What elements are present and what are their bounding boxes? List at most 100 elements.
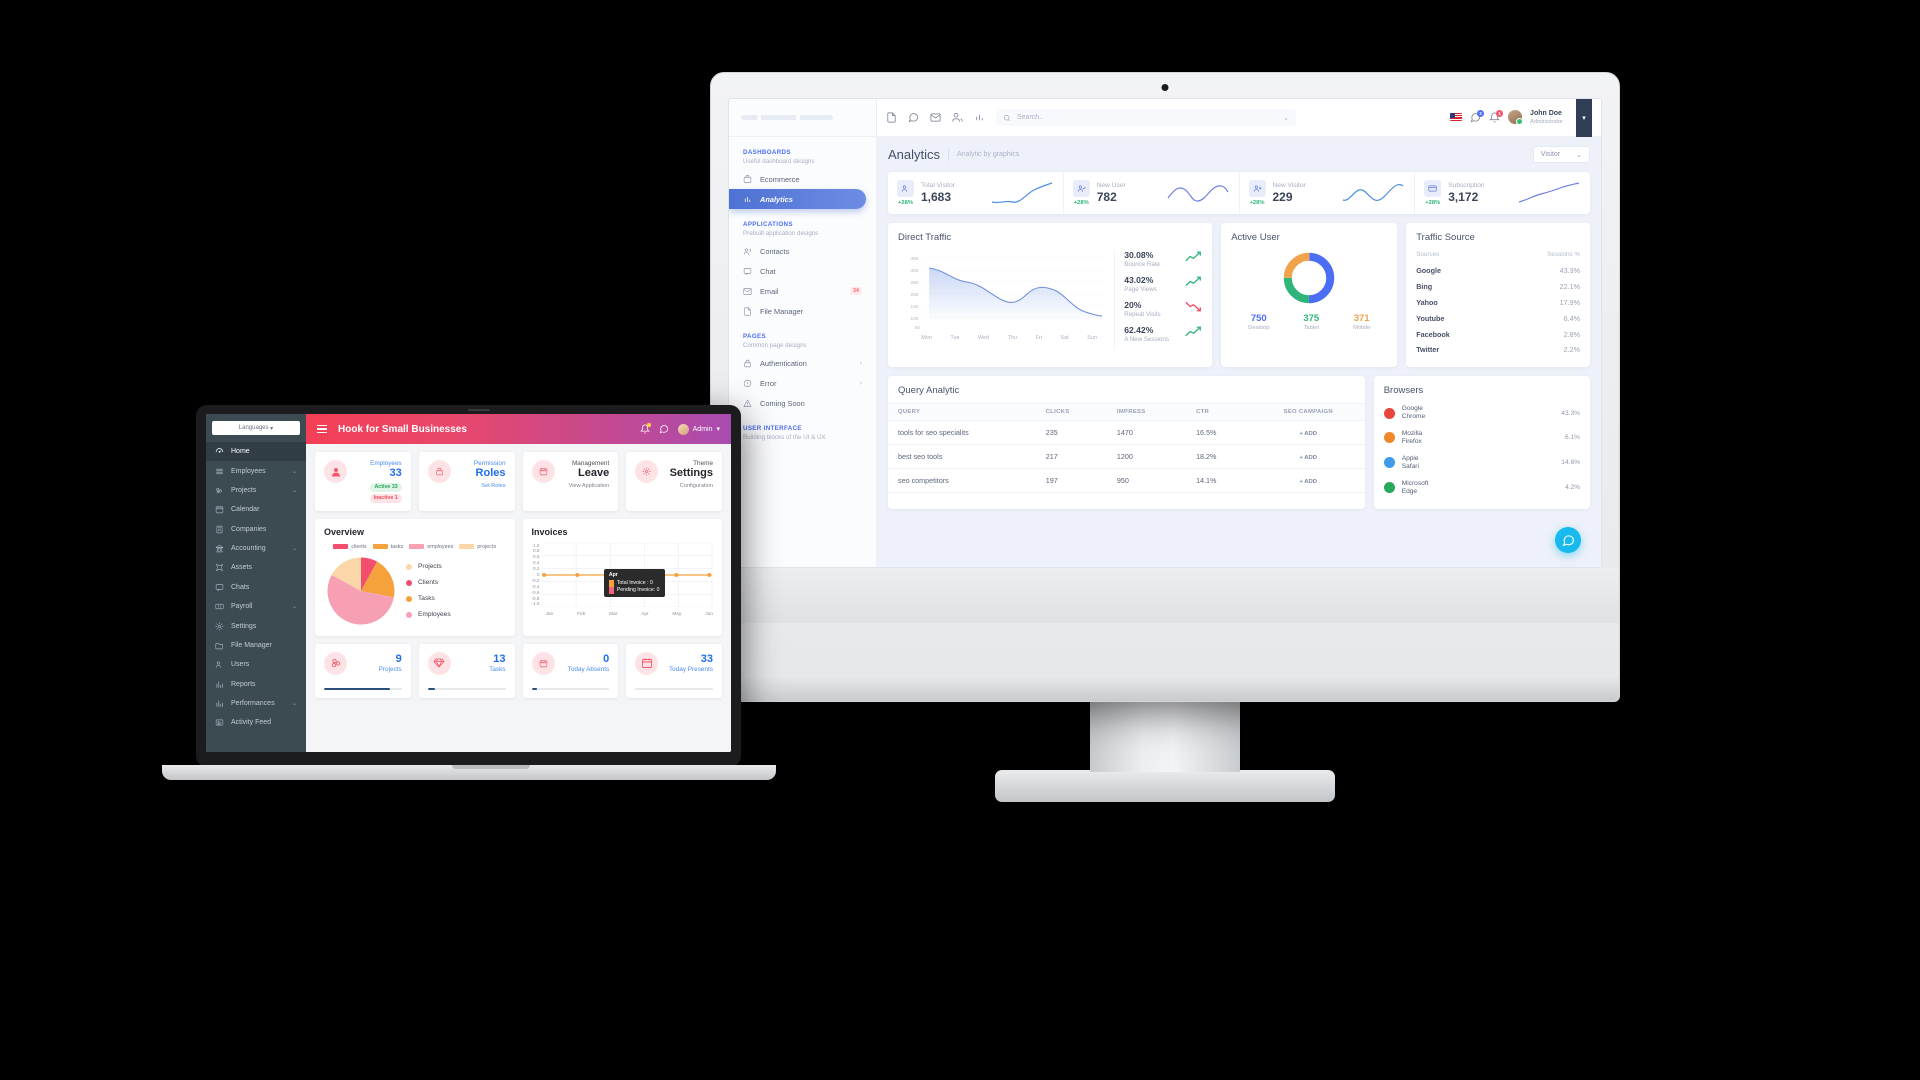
metric-card[interactable]: 0 Today Absents [522,643,619,698]
sidebar-item-chats[interactable]: Chats [206,578,306,597]
sidebar-item-file-manager[interactable]: File Manager [206,636,306,655]
notifications-icon[interactable]: 1 [1489,109,1504,123]
bottom-stat-cards: 9 Projects 13 Tasks 0 Today Absents 33 T… [315,643,722,698]
visitor-filter-value: Visitor [1540,151,1561,158]
card-label: Permission [473,460,506,467]
chat-icon[interactable] [659,424,669,434]
legend-label: projects [477,543,497,550]
sidebar-item-assets[interactable]: Assets [206,558,306,577]
add-campaign-button[interactable]: + ADD [1299,431,1317,437]
card-sub[interactable]: Configuration [665,483,713,489]
sidebar-item-analytics[interactable]: Analytics [729,189,866,209]
sidebar-item-performances[interactable]: Performances ⌄ [206,694,306,713]
sidebar-item-label: Contacts [760,246,790,256]
chevron-down-icon[interactable]: ⌄ [1283,114,1289,122]
contacts-icon[interactable] [952,112,963,123]
bell-icon[interactable] [639,423,651,434]
cubes-icon [324,651,347,675]
metric-value: 0 [603,652,610,665]
page-title: Analytics [888,147,941,162]
stat-value: 782 [1096,190,1117,204]
sidebar-item-authentication[interactable]: Authentication › [729,353,876,373]
user-info[interactable]: John Doe Administrator [1530,110,1563,124]
traffic-source-row: Bing 22.1% [1416,279,1580,295]
menu-toggle-icon[interactable] [317,424,327,434]
gear-icon [215,621,224,631]
progress-bar [531,687,610,690]
legend-item: Clients [406,579,451,586]
mail-icon[interactable] [930,112,941,123]
sidebar-item-companies[interactable]: Companies [206,520,306,539]
svg-text:250: 250 [910,280,918,285]
sidebar-item-home[interactable]: Home [206,442,306,462]
chat-icon[interactable] [908,112,919,123]
add-campaign-button[interactable]: + ADD [1299,455,1317,461]
app-title: Hook for Small Businesses [338,423,467,435]
sidebar-item-accounting[interactable]: Accounting ⌄ [206,539,306,558]
sidebar-section-subtitle: Common page designs [743,342,807,349]
stat-label: New Visitor [1272,182,1306,189]
metric-card[interactable]: 13 Tasks [418,643,515,698]
language-selector[interactable]: Languages ▾ [212,421,300,435]
sidebar-item-label: Calendar [231,506,260,514]
sidebar-item-error[interactable]: Error › [729,373,876,393]
metric-label: Mobile [1353,325,1371,331]
table-row: best seo tools 217 1200 18.2% + ADD [888,444,1365,469]
legend-item: Projects [406,563,451,570]
visitor-filter-select[interactable]: Visitor ⌄ [1532,146,1590,163]
sidebar-item-chat[interactable]: Chat [729,261,876,281]
flag-us-icon[interactable] [1450,113,1463,122]
sparkline [1343,183,1404,201]
chat-bubble-icon[interactable] [1555,527,1581,553]
sidebar-item-calendar[interactable]: Calendar [206,500,306,519]
card-sub[interactable]: View Application [562,483,610,489]
user-menu-toggle[interactable]: ▾ [1576,99,1592,137]
card-label: Employees [370,460,402,467]
sidebar-item-label: Settings [231,622,257,630]
file-icon[interactable] [886,112,897,123]
chart-icon[interactable] [974,112,985,123]
laptop-main: Hook for Small Businesses Admin ▾ Employ… [306,414,731,752]
sidebar-item-contacts[interactable]: Contacts [729,241,876,261]
stat-card[interactable]: +28% New User 782 [1064,172,1240,214]
sidebar-item-reports[interactable]: Reports [206,675,306,694]
user-role: Administrator [1530,118,1563,125]
admin-label: Admin [692,425,713,433]
browser-value: 43.3% [1561,409,1580,417]
info-card[interactable]: Permission Roles Set Roles [418,452,515,511]
user-check-icon [1072,180,1090,197]
stat-delta: +28% [898,200,913,206]
bar-chart-icon [215,699,224,708]
sidebar-item-ecommerce[interactable]: Ecommerce [729,169,876,189]
stat-card[interactable]: +28% New Visitor 229 [1240,172,1416,214]
card-sub[interactable]: Set Roles [458,483,505,489]
sidebar-item-projects[interactable]: Projects ⌄ [206,481,306,500]
search-input[interactable]: Search.. ⌄ [996,109,1296,126]
sidebar-item-users[interactable]: Users [206,655,306,674]
sidebar-item-activity-feed[interactable]: Activity Feed [206,713,306,732]
info-card[interactable]: Theme Settings Configuration [626,452,722,511]
sidebar-item-settings[interactable]: Settings [206,616,306,635]
metric-card[interactable]: 9 Projects [315,643,411,698]
info-card[interactable]: Management Leave View Application [522,452,619,511]
avatar[interactable] [1508,110,1524,126]
stat-cards-row: +28% Total Visitor 1,683 +28% New User 7… [888,172,1590,214]
info-card[interactable]: Employees 33 Active 33 Inactive 1 [315,452,411,511]
card-label: Management [571,460,610,467]
sidebar-item-file-manager[interactable]: File Manager [729,301,876,321]
stat-card[interactable]: +28% Subscription 3,172 [1415,172,1590,214]
sidebar-item-email[interactable]: Email 34 [729,281,876,301]
metric-card[interactable]: 33 Today Presents [626,643,722,698]
table-header: IMPRESS [1106,402,1187,421]
sidebar-item-payroll[interactable]: Payroll ⌄ [206,597,306,616]
messages-icon[interactable]: 2 [1470,109,1485,123]
legend-item: tasks [372,544,403,550]
admin-menu[interactable]: Admin ▾ [677,423,720,435]
add-campaign-button[interactable]: + ADD [1299,479,1317,485]
sidebar-item-employees[interactable]: Employees ⌄ [206,461,306,480]
legend-item: Tasks [406,595,451,602]
app-logo[interactable] [729,99,876,137]
traffic-source-title: Traffic Source [1416,232,1475,243]
diamond-icon [427,651,451,675]
stat-card[interactable]: +28% Total Visitor 1,683 [888,172,1064,214]
